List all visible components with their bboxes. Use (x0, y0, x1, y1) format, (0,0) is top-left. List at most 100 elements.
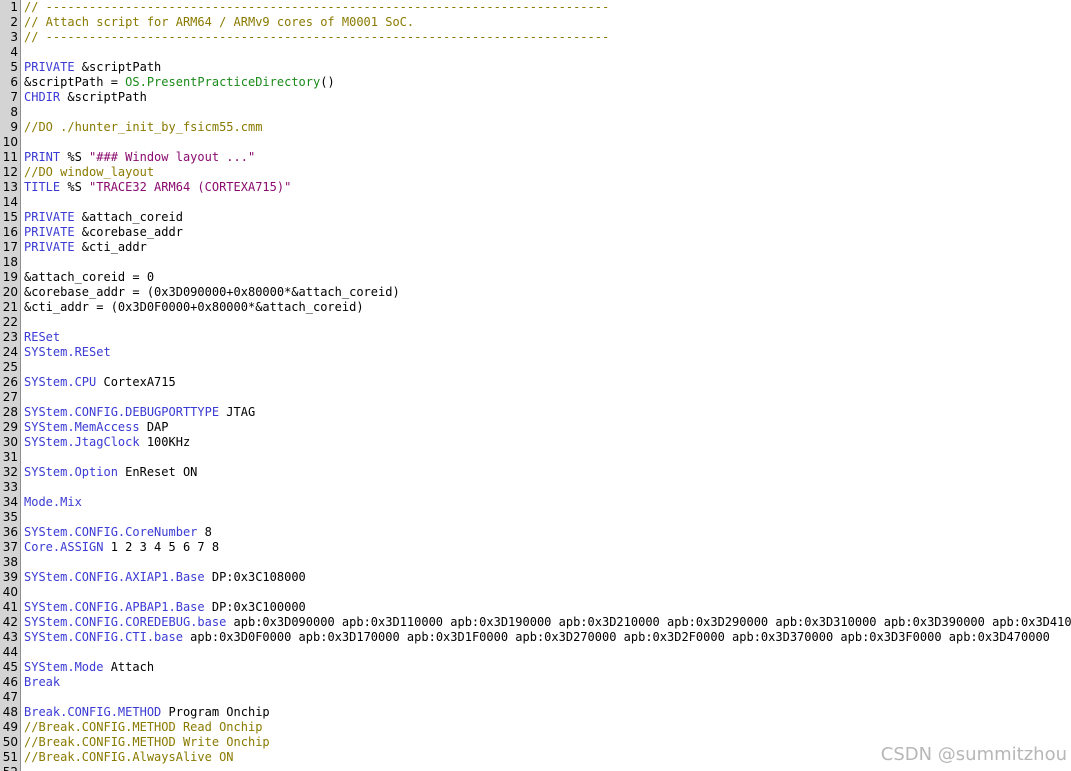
code-line[interactable]: Mode.Mix (24, 495, 1071, 510)
line-number: 30 (2, 435, 18, 449)
code-line[interactable] (24, 315, 1071, 330)
code-token-plain: &corebase_addr (74, 225, 183, 239)
line-number: 49 (2, 720, 18, 734)
code-line[interactable] (24, 195, 1071, 210)
code-line[interactable]: //DO window_layout (24, 165, 1071, 180)
code-line[interactable] (24, 645, 1071, 660)
code-token-keyword: PRIVATE (24, 210, 75, 224)
code-token-comment: // Attach script for ARM64 / ARMv9 cores… (24, 15, 415, 29)
code-line[interactable]: SYStem.JtagClock 100KHz (24, 435, 1071, 450)
line-number: 35 (2, 510, 18, 524)
code-line[interactable]: &corebase_addr = (0x3D090000+0x80000*&at… (24, 285, 1071, 300)
line-number: 48 (2, 705, 18, 719)
code-line[interactable]: TITLE %S "TRACE32 ARM64 (CORTEXA715)" (24, 180, 1071, 195)
code-token-comment: //DO ./hunter_init_by_fsicm55.cmm (24, 120, 263, 134)
line-number: 22 (2, 315, 18, 329)
code-line[interactable]: Break.CONFIG.METHOD Program Onchip (24, 705, 1071, 720)
code-line[interactable]: &attach_coreid = 0 (24, 270, 1071, 285)
line-number: 26 (2, 375, 18, 389)
code-token-plain: 1 2 3 4 5 6 7 8 (103, 540, 220, 554)
code-line[interactable]: PRIVATE &scriptPath (24, 60, 1071, 75)
code-line[interactable]: SYStem.Option EnReset ON (24, 465, 1071, 480)
code-line[interactable] (24, 135, 1071, 150)
code-token-plain: DP:0x3C100000 (204, 600, 306, 614)
code-line[interactable]: PRIVATE &attach_coreid (24, 210, 1071, 225)
code-line[interactable]: SYStem.CONFIG.DEBUGPORTTYPE JTAG (24, 405, 1071, 420)
code-token-plain: 100KHz (139, 435, 191, 449)
code-line[interactable]: RESet (24, 330, 1071, 345)
code-line[interactable]: Core.ASSIGN 1 2 3 4 5 6 7 8 (24, 540, 1071, 555)
line-number: 16 (2, 225, 18, 239)
code-token-string: "### Window layout ..." (89, 150, 256, 164)
code-line[interactable]: PRINT %S "### Window layout ..." (24, 150, 1071, 165)
code-line[interactable]: SYStem.CONFIG.CTI.base apb:0x3D0F0000 ap… (24, 630, 1071, 645)
code-token-plain: &corebase_addr = (0x3D090000+0x80000*&at… (24, 285, 400, 299)
code-line[interactable]: PRIVATE &corebase_addr (24, 225, 1071, 240)
line-number: 46 (2, 675, 18, 689)
code-line[interactable]: SYStem.RESet (24, 345, 1071, 360)
code-token-plain: DAP (139, 420, 169, 434)
code-line[interactable] (24, 690, 1071, 705)
code-line[interactable]: //Break.CONFIG.METHOD Read Onchip (24, 720, 1071, 735)
line-number: 25 (2, 360, 18, 374)
code-line[interactable]: SYStem.CONFIG.AXIAP1.Base DP:0x3C108000 (24, 570, 1071, 585)
code-token-plain: () (320, 75, 335, 89)
code-token-keyword: SYStem.CONFIG.CTI.base (24, 630, 183, 644)
line-number: 1 (10, 0, 18, 14)
code-area[interactable]: // -------------------------------------… (21, 0, 1071, 771)
line-number: 31 (2, 450, 18, 464)
code-token-plain: apb:0x3D090000 apb:0x3D110000 apb:0x3D19… (226, 615, 1071, 629)
code-line[interactable]: // Attach script for ARM64 / ARMv9 cores… (24, 15, 1071, 30)
line-number: 20 (2, 285, 18, 299)
code-line[interactable] (24, 555, 1071, 570)
code-editor[interactable]: 1 2 3 4 5 6 7 8 9 10 11 12 13 14 15 16 17 18 19 20 21 22 23 24 2… (0, 0, 1071, 771)
line-number: 4 (10, 45, 18, 59)
code-line[interactable] (24, 390, 1071, 405)
line-number: 7 (10, 90, 18, 104)
code-line[interactable]: SYStem.CONFIG.APBAP1.Base DP:0x3C100000 (24, 600, 1071, 615)
code-line[interactable]: // -------------------------------------… (24, 0, 1071, 15)
line-number: 5 (10, 60, 18, 74)
code-token-keyword: SYStem.CONFIG.DEBUGPORTTYPE (24, 405, 220, 419)
line-number: 29 (2, 420, 18, 434)
code-line[interactable]: SYStem.CONFIG.COREDEBUG.base apb:0x3D090… (24, 615, 1071, 630)
code-line[interactable]: PRIVATE &cti_addr (24, 240, 1071, 255)
line-number: 33 (2, 480, 18, 494)
code-line[interactable]: SYStem.CONFIG.CoreNumber 8 (24, 525, 1071, 540)
code-line[interactable] (24, 360, 1071, 375)
code-line[interactable]: CHDIR &scriptPath (24, 90, 1071, 105)
code-line[interactable] (24, 510, 1071, 525)
line-number: 42 (2, 615, 18, 629)
code-token-comment: //Break.CONFIG.AlwaysAlive ON (24, 750, 234, 764)
code-token-plain: &attach_coreid (74, 210, 183, 224)
code-line[interactable]: // -------------------------------------… (24, 30, 1071, 45)
code-line[interactable] (24, 255, 1071, 270)
code-line[interactable] (24, 585, 1071, 600)
code-token-keyword: PRIVATE (24, 60, 75, 74)
line-number: 8 (10, 105, 18, 119)
code-line[interactable] (24, 105, 1071, 120)
code-token-comment: //Break.CONFIG.METHOD Write Onchip (24, 735, 270, 749)
code-line[interactable]: &scriptPath = OS.PresentPracticeDirector… (24, 75, 1071, 90)
code-line[interactable]: &cti_addr = (0x3D0F0000+0x80000*&attach_… (24, 300, 1071, 315)
code-line[interactable]: Break (24, 675, 1071, 690)
line-number: 23 (2, 330, 18, 344)
code-token-keyword: SYStem.Mode (24, 660, 104, 674)
code-token-keyword: PRINT (24, 150, 61, 164)
code-line[interactable]: SYStem.MemAccess DAP (24, 420, 1071, 435)
code-token-plain: DP:0x3C108000 (204, 570, 306, 584)
code-token-keyword: Core.ASSIGN (24, 540, 104, 554)
code-token-plain: Attach (103, 660, 155, 674)
code-token-func: OS.PresentPracticeDirectory (125, 75, 321, 89)
code-line[interactable] (24, 450, 1071, 465)
code-line[interactable] (24, 765, 1071, 771)
line-number: 39 (2, 570, 18, 584)
code-token-comment: // -------------------------------------… (24, 0, 610, 14)
code-line[interactable] (24, 45, 1071, 60)
line-number: 17 (2, 240, 18, 254)
code-line[interactable] (24, 480, 1071, 495)
code-line[interactable]: SYStem.CPU CortexA715 (24, 375, 1071, 390)
line-number: 47 (2, 690, 18, 704)
code-line[interactable]: SYStem.Mode Attach (24, 660, 1071, 675)
code-line[interactable]: //DO ./hunter_init_by_fsicm55.cmm (24, 120, 1071, 135)
